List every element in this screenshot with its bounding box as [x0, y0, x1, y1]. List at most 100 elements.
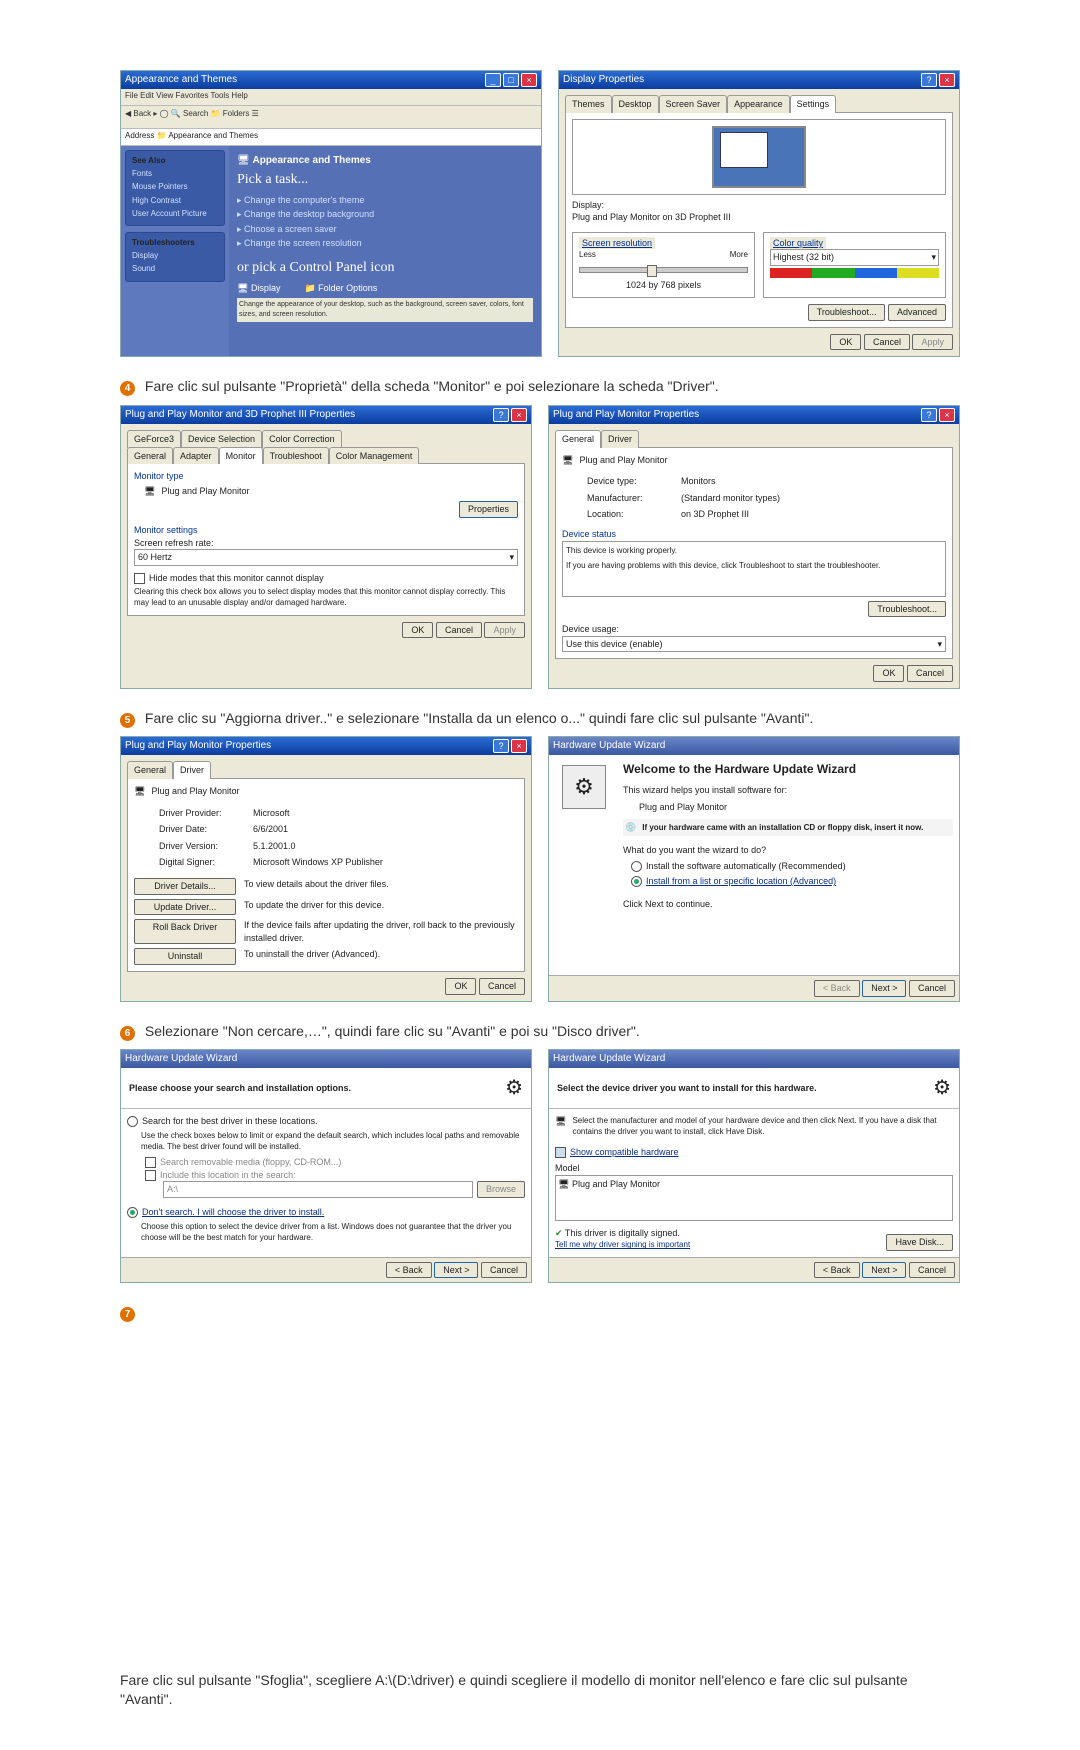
- tab-geforce3[interactable]: GeForce3: [127, 430, 181, 448]
- ok-button[interactable]: OK: [402, 622, 433, 639]
- rollback-driver-text: If the device fails after updating the d…: [244, 919, 518, 944]
- advanced-button[interactable]: Advanced: [888, 304, 946, 321]
- hide-modes-label: Hide modes that this monitor cannot disp…: [149, 573, 324, 583]
- resolution-slider[interactable]: [579, 267, 748, 273]
- close-icon[interactable]: ×: [521, 73, 537, 87]
- tab-driver[interactable]: Driver: [173, 761, 211, 779]
- radio-dont-search[interactable]: [127, 1207, 138, 1218]
- ok-button[interactable]: OK: [445, 978, 476, 995]
- tab-general[interactable]: General: [555, 430, 601, 448]
- next-button[interactable]: Next >: [862, 1262, 906, 1279]
- address-bar[interactable]: Address 📁 Appearance and Themes: [121, 129, 541, 146]
- cancel-button[interactable]: Cancel: [479, 978, 525, 995]
- tab-color-management[interactable]: Color Management: [329, 447, 420, 465]
- troubleshoot-button[interactable]: Troubleshoot...: [868, 601, 946, 618]
- maximize-icon[interactable]: □: [503, 73, 519, 87]
- sidebar-link[interactable]: User Account Picture: [132, 208, 218, 219]
- tab-appearance[interactable]: Appearance: [727, 95, 790, 113]
- color-quality-select[interactable]: Highest (32 bit)▾: [770, 249, 939, 266]
- cancel-button[interactable]: Cancel: [436, 622, 482, 639]
- sidebar-link[interactable]: Sound: [132, 263, 218, 274]
- close-icon[interactable]: ×: [511, 408, 527, 422]
- tab-adapter[interactable]: Adapter: [173, 447, 219, 465]
- hide-modes-checkbox[interactable]: [134, 573, 145, 584]
- window-title: Plug and Play Monitor Properties: [125, 739, 271, 753]
- tab-monitor[interactable]: Monitor: [219, 447, 263, 465]
- cancel-button[interactable]: Cancel: [907, 665, 953, 682]
- help-icon[interactable]: ?: [921, 73, 937, 87]
- ok-button[interactable]: OK: [873, 665, 904, 682]
- cp-icon-folder-options[interactable]: 📁 Folder Options: [304, 282, 377, 295]
- cancel-button[interactable]: Cancel: [481, 1262, 527, 1279]
- wizard-what-label: What do you want the wizard to do?: [623, 844, 953, 857]
- sidebar-link[interactable]: Display: [132, 250, 218, 261]
- checkbox-removable: [145, 1157, 156, 1168]
- tab-driver[interactable]: Driver: [601, 430, 639, 448]
- device-name: Plug and Play Monitor: [151, 785, 239, 798]
- help-icon[interactable]: ?: [493, 739, 509, 753]
- task-link[interactable]: ▸ Change the computer's theme: [237, 194, 533, 207]
- tab-troubleshoot[interactable]: Troubleshoot: [263, 447, 329, 465]
- device-usage-label: Device usage:: [562, 623, 946, 636]
- model-item[interactable]: Plug and Play Monitor: [572, 1179, 660, 1189]
- model-list[interactable]: 🖥 Plug and Play Monitor: [555, 1175, 953, 1221]
- rollback-driver-button[interactable]: Roll Back Driver: [134, 919, 236, 944]
- close-icon[interactable]: ×: [511, 739, 527, 753]
- next-button[interactable]: Next >: [862, 980, 906, 997]
- sidebar-link[interactable]: Mouse Pointers: [132, 181, 218, 192]
- have-disk-button[interactable]: Have Disk...: [886, 1234, 953, 1251]
- tab-device-selection[interactable]: Device Selection: [181, 430, 262, 448]
- hide-modes-description: Clearing this check box allows you to se…: [134, 586, 518, 608]
- tab-desktop[interactable]: Desktop: [612, 95, 659, 113]
- cp-icon-display[interactable]: 🖥 Display: [237, 282, 280, 295]
- path-input: A:\: [163, 1181, 473, 1198]
- apply-button[interactable]: Apply: [484, 622, 525, 639]
- properties-button[interactable]: Properties: [459, 501, 518, 518]
- tab-themes[interactable]: Themes: [565, 95, 612, 113]
- radio-search[interactable]: [127, 1116, 138, 1127]
- help-icon[interactable]: ?: [921, 408, 937, 422]
- tab-color-correction[interactable]: Color Correction: [262, 430, 342, 448]
- back-button[interactable]: < Back: [814, 1262, 860, 1279]
- browse-button: Browse: [477, 1181, 525, 1198]
- task-link[interactable]: ▸ Choose a screen saver: [237, 223, 533, 236]
- click-next-text: Click Next to continue.: [623, 898, 953, 911]
- cancel-button[interactable]: Cancel: [864, 334, 910, 351]
- cancel-button[interactable]: Cancel: [909, 980, 955, 997]
- next-button[interactable]: Next >: [434, 1262, 478, 1279]
- help-icon[interactable]: ?: [493, 408, 509, 422]
- sidebar-link[interactable]: Fonts: [132, 168, 218, 179]
- back-button[interactable]: < Back: [386, 1262, 432, 1279]
- menu-bar: File Edit View Favorites Tools Help: [121, 89, 541, 106]
- cancel-button[interactable]: Cancel: [909, 1262, 955, 1279]
- back-button[interactable]: < Back: [814, 980, 860, 997]
- tab-settings[interactable]: Settings: [790, 95, 837, 113]
- signing-info-link[interactable]: Tell me why driver signing is important: [555, 1239, 690, 1250]
- tab-general[interactable]: General: [127, 761, 173, 779]
- close-icon[interactable]: ×: [939, 408, 955, 422]
- ok-button[interactable]: OK: [830, 334, 861, 351]
- tab-screensaver[interactable]: Screen Saver: [659, 95, 728, 113]
- category-title: Appearance and Themes: [252, 155, 370, 166]
- device-usage-select[interactable]: Use this device (enable)▾: [562, 636, 946, 653]
- step-number: 6: [120, 1026, 135, 1041]
- location-label: Location:: [586, 507, 678, 522]
- task-link[interactable]: ▸ Change the screen resolution: [237, 237, 533, 250]
- apply-button[interactable]: Apply: [912, 334, 953, 351]
- close-icon[interactable]: ×: [939, 73, 955, 87]
- show-compatible-checkbox[interactable]: [555, 1147, 566, 1158]
- driver-details-button[interactable]: Driver Details...: [134, 878, 236, 895]
- task-link[interactable]: ▸ Change the desktop background: [237, 208, 533, 221]
- troubleshoot-button[interactable]: Troubleshoot...: [808, 304, 886, 321]
- refresh-rate-select[interactable]: 60 Hertz▾: [134, 549, 518, 566]
- include-location-label: Include this location in the search:: [160, 1170, 296, 1180]
- uninstall-button[interactable]: Uninstall: [134, 948, 236, 965]
- minimize-icon[interactable]: _: [485, 73, 501, 87]
- update-driver-button[interactable]: Update Driver...: [134, 899, 236, 916]
- radio-list[interactable]: [631, 876, 642, 887]
- radio-auto[interactable]: [631, 861, 642, 872]
- search-description: Use the check boxes below to limit or ex…: [141, 1130, 525, 1152]
- tab-general[interactable]: General: [127, 447, 173, 465]
- sidebar-link[interactable]: High Contrast: [132, 195, 218, 206]
- wizard-device-name: Plug and Play Monitor: [639, 801, 953, 814]
